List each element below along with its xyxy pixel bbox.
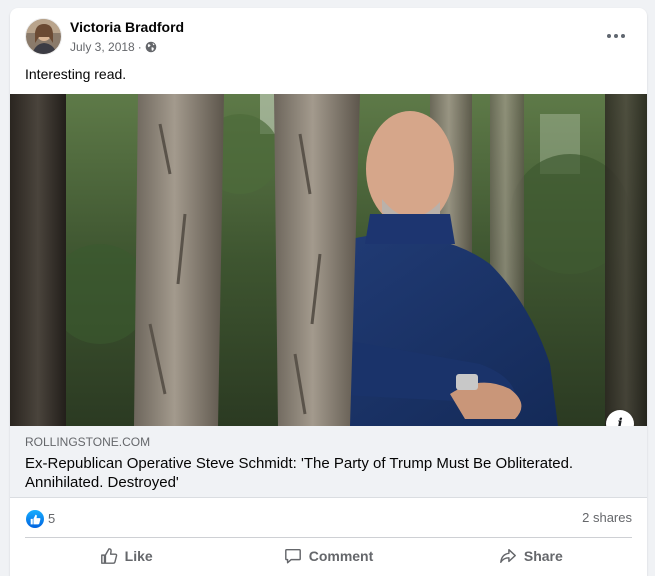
thumbs-up-icon [100,548,117,564]
like-label: Like [124,548,153,564]
share-arrow-icon [499,548,516,564]
post-message: Interesting read. [25,66,127,82]
reaction-count[interactable]: 5 [48,511,55,526]
author-avatar[interactable] [25,18,62,55]
comment-label: Comment [308,548,374,564]
like-reaction-icon[interactable] [26,510,44,528]
like-button[interactable]: Like [25,540,227,572]
action-bar: Like Comment Share [25,540,632,572]
link-title[interactable]: Ex-Republican Operative Steve Schmidt: '… [25,454,637,492]
comment-button[interactable]: Comment [227,540,429,572]
share-label: Share [523,548,563,564]
more-dot-icon [607,34,611,38]
post-header: Victoria Bradford July 3, 2018 · [10,8,647,64]
action-divider [25,537,632,538]
comment-icon [284,548,301,564]
post-date[interactable]: July 3, 2018 [70,40,135,54]
reactions-row: 5 2 shares [10,498,647,534]
share-count[interactable]: 2 shares [582,510,632,525]
link-image[interactable] [10,94,647,426]
link-preview[interactable]: ROLLINGSTONE.COM Ex-Republican Operative… [10,426,647,498]
more-options-button[interactable] [600,24,632,48]
more-dot-icon [621,34,625,38]
globe-icon [145,41,157,53]
post-card: Victoria Bradford July 3, 2018 · Interes… [10,8,647,576]
link-domain: ROLLINGSTONE.COM [25,435,151,449]
post-meta: July 3, 2018 · [70,40,157,54]
meta-separator: · [137,40,142,54]
more-dot-icon [614,34,618,38]
author-name[interactable]: Victoria Bradford [70,19,184,35]
share-button[interactable]: Share [430,540,632,572]
